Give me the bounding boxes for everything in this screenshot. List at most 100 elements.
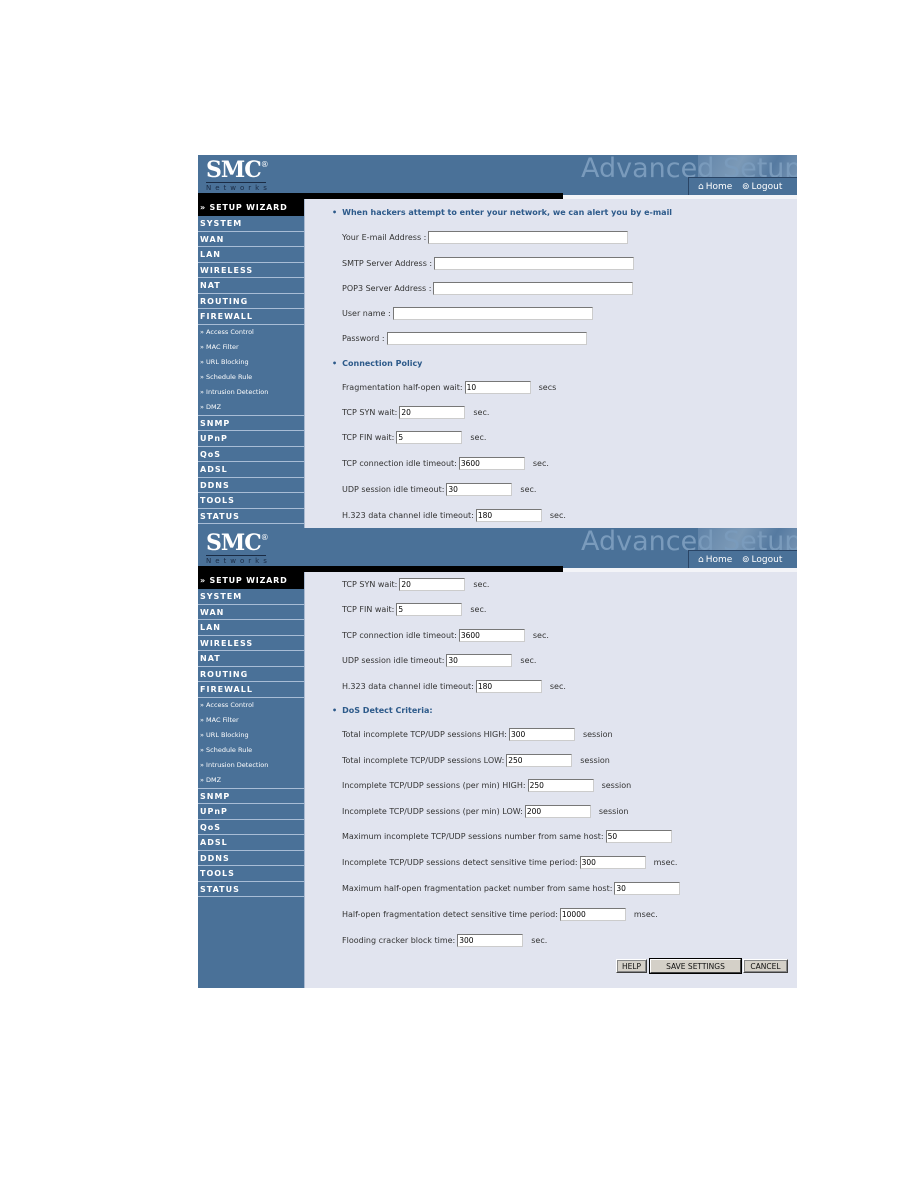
sidebar-item-adsl[interactable]: ADSL xyxy=(198,835,304,851)
top-nav: ⌂ Home ⊚ Logout xyxy=(688,550,797,570)
per-min-high-field[interactable] xyxy=(527,779,594,792)
total-low-row: Total incomplete TCP/UDP sessions LOW:se… xyxy=(342,754,610,767)
main-content: • When hackers attempt to enter your netw… xyxy=(308,199,797,528)
username-field[interactable] xyxy=(392,307,593,320)
block-time-row: Flooding cracker block time:sec. xyxy=(342,934,547,947)
max-host-row: Maximum incomplete TCP/UDP sessions numb… xyxy=(342,830,672,843)
bullet-icon: • xyxy=(332,706,338,715)
sidebar-item-snmp[interactable]: SNMP xyxy=(198,789,304,804)
logout-link[interactable]: ⊚ Logout xyxy=(742,555,782,565)
per-min-low-field[interactable] xyxy=(524,805,591,818)
cancel-button[interactable]: CANCEL xyxy=(743,959,788,973)
sidebar-sub-intrusion-detection[interactable]: » Intrusion Detection xyxy=(198,385,304,400)
sidebar-item-firewall[interactable]: FIREWALL xyxy=(198,309,304,325)
sidebar-item-nat[interactable]: NAT xyxy=(198,278,304,294)
frag-period-field[interactable] xyxy=(559,908,626,921)
sidebar-item-upnp[interactable]: UPnP xyxy=(198,804,304,820)
save-settings-button[interactable]: SAVE SETTINGS xyxy=(650,959,741,973)
sidebar-item-routing[interactable]: ROUTING xyxy=(198,667,304,682)
firewall-intrusion-panel-top: SMC® Networks Advanced Setup ⌂ Home ⊚ Logo… xyxy=(198,155,797,528)
frag-wait-field[interactable] xyxy=(464,381,531,394)
detect-period-field[interactable] xyxy=(579,856,646,869)
sidebar-item-adsl[interactable]: ADSL xyxy=(198,462,304,478)
h323-idle-row: H.323 data channel idle timeout:sec. xyxy=(342,509,566,522)
sidebar-sub-mac-filter[interactable]: » MAC Filter xyxy=(198,713,304,728)
sidebar-item-ddns[interactable]: DDNS xyxy=(198,851,304,866)
logout-icon: ⊚ xyxy=(742,555,750,565)
syn-wait-field[interactable] xyxy=(399,406,466,419)
sidebar-item-system[interactable]: SYSTEM xyxy=(198,589,304,605)
sidebar-item-setup-wizard[interactable]: » SETUP WIZARD xyxy=(198,199,304,216)
sidebar-item-wireless[interactable]: WIRELESS xyxy=(198,636,304,651)
header-bar: SMC® Networks Advanced Setup ⌂ Home ⊚ Logo… xyxy=(198,528,797,570)
bullet-icon: • xyxy=(332,208,338,217)
sidebar-item-wan[interactable]: WAN xyxy=(198,232,304,247)
sidebar-item-wan[interactable]: WAN xyxy=(198,605,304,620)
password-row: Password : xyxy=(342,332,587,345)
sidebar-sub-url-blocking[interactable]: » URL Blocking xyxy=(198,355,304,370)
sidebar-item-lan[interactable]: LAN xyxy=(198,247,304,263)
sidebar-sub-dmz[interactable]: » DMZ xyxy=(198,400,304,415)
sidebar-item-nat[interactable]: NAT xyxy=(198,651,304,667)
sidebar-sub-access-control[interactable]: » Access Control xyxy=(198,698,304,713)
password-field[interactable] xyxy=(386,332,587,345)
sidebar-item-firewall[interactable]: FIREWALL xyxy=(198,682,304,698)
total-low-field[interactable] xyxy=(506,754,573,767)
tcp-idle-field[interactable] xyxy=(458,629,525,642)
smc-logo[interactable]: SMC® Networks xyxy=(206,531,269,566)
email-alert-heading: • When hackers attempt to enter your netw… xyxy=(332,208,673,217)
firewall-submenu: » Access Control » MAC Filter » URL Bloc… xyxy=(198,325,304,416)
sidebar-item-qos[interactable]: QoS xyxy=(198,820,304,835)
syn-wait-field[interactable] xyxy=(399,578,466,591)
sidebar-item-snmp[interactable]: SNMP xyxy=(198,416,304,431)
logout-link[interactable]: ⊚ Logout xyxy=(742,182,782,192)
total-high-field[interactable] xyxy=(508,728,575,741)
udp-idle-field[interactable] xyxy=(446,654,513,667)
sidebar-sub-schedule-rule[interactable]: » Schedule Rule xyxy=(198,743,304,758)
tcp-idle-field[interactable] xyxy=(458,457,525,470)
tcp-idle-row: TCP connection idle timeout:sec. xyxy=(342,457,549,470)
sidebar-item-routing[interactable]: ROUTING xyxy=(198,294,304,309)
h323-idle-field[interactable] xyxy=(475,680,542,693)
sidebar-item-tools[interactable]: TOOLS xyxy=(198,866,304,882)
home-link[interactable]: ⌂ Home xyxy=(698,182,732,192)
udp-idle-row: UDP session idle timeout:sec. xyxy=(342,654,536,667)
max-frag-row: Maximum half-open fragmentation packet n… xyxy=(342,882,681,895)
smtp-server-field[interactable] xyxy=(434,257,635,270)
main-content: TCP SYN wait:sec. TCP FIN wait:sec. TCP … xyxy=(308,572,797,988)
email-field[interactable] xyxy=(428,231,629,244)
sidebar-item-setup-wizard[interactable]: » SETUP WIZARD xyxy=(198,572,304,589)
frag-wait-row: Fragmentation half-open wait:secs xyxy=(342,381,556,394)
h323-idle-field[interactable] xyxy=(475,509,542,522)
sidebar-sub-mac-filter[interactable]: » MAC Filter xyxy=(198,340,304,355)
sidebar-item-lan[interactable]: LAN xyxy=(198,620,304,636)
sidebar-item-ddns[interactable]: DDNS xyxy=(198,478,304,493)
header-bar: SMC® Networks Advanced Setup ⌂ Home ⊚ Logo… xyxy=(198,155,797,197)
smc-logo[interactable]: SMC® Networks xyxy=(206,158,269,193)
sidebar-sub-access-control[interactable]: » Access Control xyxy=(198,325,304,340)
help-button[interactable]: HELP xyxy=(616,959,647,973)
fin-wait-field[interactable] xyxy=(396,603,463,616)
sidebar-sub-schedule-rule[interactable]: » Schedule Rule xyxy=(198,370,304,385)
sidebar-item-tools[interactable]: TOOLS xyxy=(198,493,304,509)
block-time-field[interactable] xyxy=(457,934,524,947)
tcp-idle-row: TCP connection idle timeout:sec. xyxy=(342,629,549,642)
max-frag-field[interactable] xyxy=(614,882,681,895)
sidebar-sub-intrusion-detection[interactable]: » Intrusion Detection xyxy=(198,758,304,773)
sidebar-item-qos[interactable]: QoS xyxy=(198,447,304,462)
sidebar-item-system[interactable]: SYSTEM xyxy=(198,216,304,232)
sidebar-sub-url-blocking[interactable]: » URL Blocking xyxy=(198,728,304,743)
sidebar: » SETUP WIZARD SYSTEM WAN LAN WIRELESS N… xyxy=(198,572,305,988)
pop3-server-field[interactable] xyxy=(433,282,634,295)
sidebar-sub-dmz[interactable]: » DMZ xyxy=(198,773,304,788)
fin-wait-field[interactable] xyxy=(396,431,463,444)
sidebar-item-status[interactable]: STATUS xyxy=(198,509,304,524)
udp-idle-field[interactable] xyxy=(446,483,513,496)
h323-idle-row: H.323 data channel idle timeout:sec. xyxy=(342,680,566,693)
sidebar-item-wireless[interactable]: WIRELESS xyxy=(198,263,304,278)
fin-wait-row: TCP FIN wait:sec. xyxy=(342,431,486,444)
sidebar-item-status[interactable]: STATUS xyxy=(198,882,304,897)
home-link[interactable]: ⌂ Home xyxy=(698,555,732,565)
sidebar-item-upnp[interactable]: UPnP xyxy=(198,431,304,447)
max-host-field[interactable] xyxy=(605,830,672,843)
